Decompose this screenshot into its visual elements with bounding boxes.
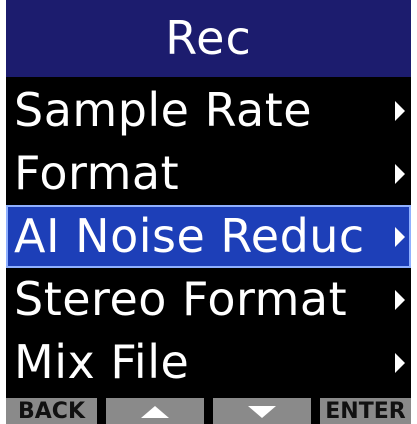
down-button[interactable]	[213, 398, 311, 424]
menu-item-label: Format	[14, 146, 180, 200]
chevron-right-icon	[395, 227, 405, 247]
menu-item-ai-noise-reduction[interactable]: AI Noise Reduc	[6, 205, 411, 268]
back-button[interactable]: BACK	[6, 398, 97, 424]
chevron-right-icon	[395, 353, 405, 373]
menu-item-label: Sample Rate	[14, 83, 313, 137]
screen-title: Rec	[6, 0, 411, 77]
menu-item-label: Mix File	[14, 335, 190, 389]
chevron-right-icon	[395, 164, 405, 184]
up-button[interactable]	[106, 398, 204, 424]
softkey-bar: BACK ENTER	[6, 398, 411, 424]
enter-button[interactable]: ENTER	[320, 398, 411, 424]
menu-item-format[interactable]: Format	[6, 142, 411, 205]
triangle-up-icon	[141, 406, 169, 418]
chevron-right-icon	[395, 290, 405, 310]
triangle-down-icon	[248, 406, 276, 418]
chevron-right-icon	[395, 101, 405, 121]
menu-list: Sample Rate Format AI Noise Reduc Stereo…	[6, 79, 411, 394]
menu-item-label: Stereo Format	[14, 272, 348, 326]
menu-item-stereo-format[interactable]: Stereo Format	[6, 268, 411, 331]
menu-item-mix-file[interactable]: Mix File	[6, 331, 411, 394]
menu-item-label: AI Noise Reduc	[14, 209, 365, 263]
menu-item-sample-rate[interactable]: Sample Rate	[6, 79, 411, 142]
device-screen: Rec Sample Rate Format AI Noise Reduc St…	[6, 0, 411, 424]
